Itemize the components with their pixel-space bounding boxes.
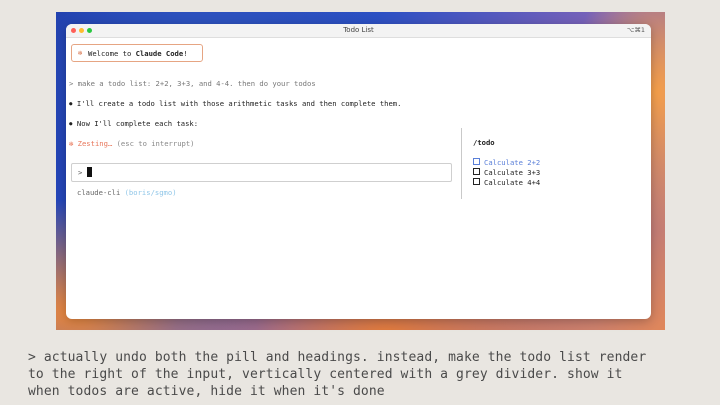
status-hint: (esc to interrupt) [116,139,195,148]
todo-item-label: Calculate 2+2 [484,158,541,167]
title-bar: Todo List ⌥⌘1 [66,24,651,38]
todo-divider [461,128,462,199]
welcome-app-name: Claude Code [135,49,184,58]
checkbox-icon [473,178,480,185]
asterisk-icon: ✻ [69,139,74,148]
prompt-input[interactable]: > [71,163,452,182]
prompt-caret: > [78,168,83,177]
todo-item: Calculate 3+3 [473,168,540,177]
asterisk-icon: ✻ [78,49,83,57]
welcome-suffix: ! [183,49,188,58]
terminal-content: ✻ Welcome to Claude Code! > make a todo … [66,38,651,319]
text-cursor [87,167,92,177]
welcome-text: Welcome to Claude Code! [88,49,188,58]
assistant-message-1: ⏺ I'll create a todo list with those ari… [69,99,402,108]
welcome-banner: ✻ Welcome to Claude Code! [71,44,203,62]
caption-text: > actually undo both the pill and headin… [28,350,647,399]
assistant-message-2: ⏺ Now I'll complete each task: [69,119,199,128]
checkbox-icon [473,168,480,175]
todo-item: Calculate 2+2 [473,158,540,167]
terminal-window: Todo List ⌥⌘1 ✻ Welcome to Claude Code! … [66,24,651,319]
todo-item-label: Calculate 3+3 [484,168,541,177]
cli-footer: claude-cli (boris/sgmo) [77,188,177,197]
checkbox-icon [473,158,480,165]
todo-title: /todo [473,138,495,147]
window-title: Todo List [343,26,374,34]
git-branch: (boris/sgmo) [124,188,177,197]
window-shortcut: ⌥⌘1 [626,26,645,34]
todo-item: Calculate 4+4 [473,178,540,187]
todo-item-label: Calculate 4+4 [484,178,541,187]
cli-name: claude-cli [77,188,121,197]
status-text: Zesting… [77,139,113,148]
welcome-prefix: Welcome to [88,49,136,58]
status-line: ✻ Zesting… (esc to interrupt) [69,139,195,148]
user-prompt: > make a todo list: 2+2, 3+3, and 4-4. t… [69,79,316,88]
